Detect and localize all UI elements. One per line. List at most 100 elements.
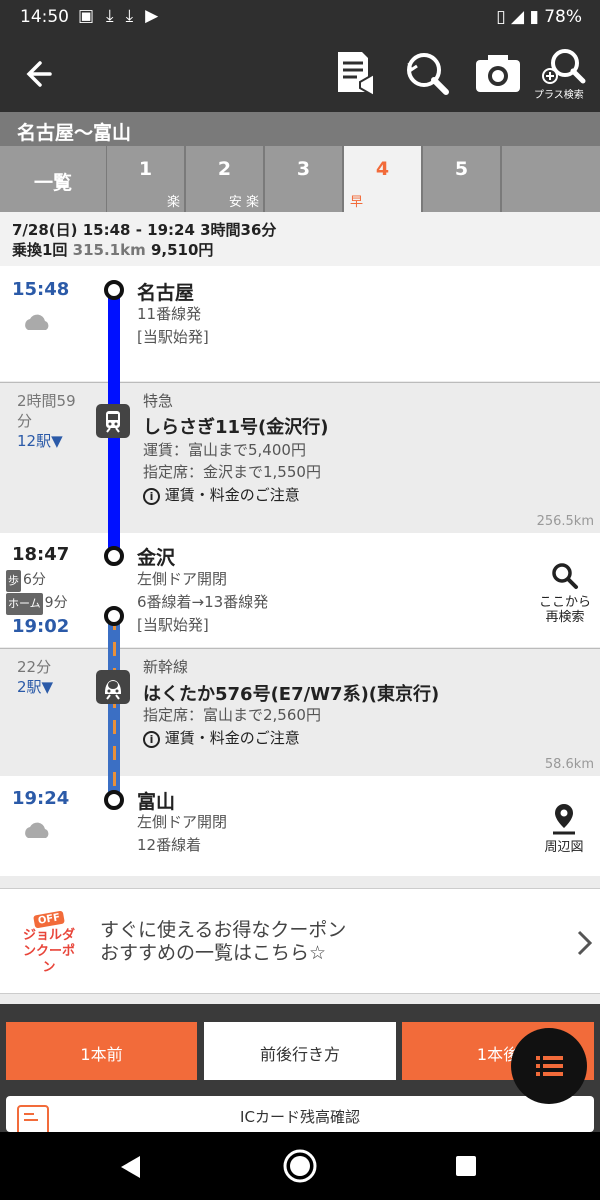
- train-name: はくたか576号(E7/W7系)(東京行): [143, 684, 440, 705]
- nav-home-icon[interactable]: [282, 1148, 318, 1184]
- platform-info: 6番線着→13番線発: [137, 593, 269, 611]
- map-pin-icon: [553, 804, 575, 835]
- tab-route-4[interactable]: 4 早: [344, 146, 421, 212]
- memo-icon: [338, 52, 375, 98]
- section-distance: 256.5km: [536, 514, 594, 529]
- platform-wait-time: ホーム 9分: [6, 592, 68, 615]
- coupon-banner[interactable]: OFF ジョルダンクーポン すぐに使えるお得なクーポン おすすめの一覧はこちら☆: [0, 888, 600, 994]
- list-icon: [536, 1056, 563, 1076]
- section-meta: 22分 2駅▼: [17, 657, 53, 697]
- previous-train-button[interactable]: 1本前: [6, 1022, 197, 1080]
- fare-notice-text: 運賃・料金のご注意: [164, 729, 300, 747]
- section-stops-toggle[interactable]: 12駅▼: [17, 431, 87, 451]
- chevron-right-icon: [577, 930, 593, 956]
- tab-route-5[interactable]: 5: [423, 146, 500, 212]
- research-button[interactable]: [400, 46, 456, 102]
- search-icon: [552, 563, 578, 589]
- door-info: 左側ドア開閉: [137, 570, 228, 588]
- route-tabs: 一覧 1 楽 2 安 楽 3 4 早 5: [0, 146, 600, 212]
- station-toyama: 19:24 富山 左側ドア開閉 12番線着 周辺図: [0, 776, 600, 876]
- section-distance: 58.6km: [544, 757, 594, 772]
- reserved-seat-line: 指定席：金沢まで1,550円: [143, 463, 321, 481]
- departure-time: 15:48: [12, 279, 70, 300]
- back-button[interactable]: [12, 46, 68, 102]
- route-title: 名古屋〜富山: [0, 112, 600, 146]
- train-type: 特急: [143, 392, 174, 410]
- tab-route-2[interactable]: 2 安 楽: [186, 146, 263, 212]
- station-name: 名古屋: [137, 282, 195, 304]
- fare-line: 運賃：富山まで5,400円: [143, 441, 306, 459]
- battery-level: 78%: [544, 7, 582, 27]
- tab-empty: [502, 146, 600, 212]
- plus-search-icon: [542, 49, 586, 84]
- station-dot-kanazawa-arr: [104, 546, 124, 566]
- nav-recents-icon[interactable]: [455, 1155, 477, 1177]
- coupon-brand: ジョルダンクーポン: [22, 928, 75, 975]
- tab-list[interactable]: 一覧: [0, 146, 106, 212]
- summary-distance: 315.1km: [72, 241, 146, 259]
- section-meta: 2時間59分 12駅▼: [17, 391, 87, 451]
- origin-info: [当駅始発]: [137, 328, 209, 346]
- walk-time: 歩 6分: [6, 569, 68, 592]
- area-map-label: 周辺図: [544, 840, 584, 855]
- station-nagoya: 15:48 名古屋 11番線発 [当駅始発]: [0, 266, 600, 381]
- coupon-line2: おすすめの一覧はこちら☆: [100, 942, 327, 964]
- platform-info: 11番線発: [137, 305, 202, 323]
- departure-time: 19:02: [12, 616, 70, 637]
- train-icon: [96, 404, 130, 438]
- platform-duration: 9分: [44, 595, 68, 611]
- tab-tags: 安 楽: [228, 195, 259, 210]
- ic-card-balance-button[interactable]: ICカード残高確認: [6, 1096, 594, 1132]
- train-name: しらさぎ11号(金沢行): [143, 417, 329, 438]
- shinkansen-icon: [96, 670, 130, 704]
- tab-number: 3: [296, 158, 311, 180]
- system-nav-bar: [0, 1132, 600, 1200]
- tab-route-1[interactable]: 1 楽: [107, 146, 184, 212]
- bottom-action-bar: 1本前 前後行き方 1本後 ICカード残高確認: [0, 1004, 600, 1132]
- tab-route-3[interactable]: 3: [265, 146, 342, 212]
- summary-transfers: 乗換1回: [12, 241, 68, 259]
- tab-number: 2: [217, 158, 232, 180]
- fare-notice-link[interactable]: i 運賃・料金のご注意: [143, 484, 300, 507]
- coupon-off-badge: OFF: [33, 910, 65, 929]
- menu-fab[interactable]: [511, 1028, 587, 1104]
- tab-tags: 早: [350, 195, 364, 210]
- station-name: 金沢: [137, 547, 176, 569]
- status-right: ▯ ◢ ▮ 78%: [496, 7, 582, 27]
- fare-notice-text: 運賃・料金のご注意: [164, 486, 300, 504]
- section-duration: 22分: [17, 658, 52, 676]
- back-arrow-icon: [26, 61, 52, 87]
- station-name: 富山: [137, 791, 176, 813]
- origin-info: [当駅始発]: [137, 616, 209, 634]
- arrival-time: 18:47: [12, 544, 70, 565]
- memo-share-button[interactable]: [330, 46, 386, 102]
- plus-search-button[interactable]: プラス検索: [534, 46, 594, 102]
- around-routes-button[interactable]: 前後行き方: [204, 1022, 396, 1080]
- transfer-times: 歩 6分 ホーム 9分: [6, 569, 68, 615]
- timeline-line-shinkansen: [108, 616, 120, 800]
- nav-back-icon[interactable]: [118, 1154, 144, 1180]
- camera-button[interactable]: [470, 46, 526, 102]
- research-label: ここから再検索: [539, 595, 592, 625]
- summary-fare: 9,510円: [150, 241, 214, 259]
- reserved-seat-line: 指定席：富山まで2,560円: [143, 706, 321, 724]
- status-bar: 14:50 ▣⤓⤓▶ ▯ ◢ ▮ 78%: [0, 0, 600, 34]
- summary-datetime: 7/28(日) 15:48 - 19:24 3時間36分: [12, 221, 277, 239]
- camera-icon: [476, 55, 520, 92]
- walk-badge: 歩: [6, 570, 21, 592]
- coupon-line1: すぐに使えるお得なクーポン: [100, 919, 347, 941]
- research-from-here-button[interactable]: ここから再検索: [532, 561, 598, 625]
- fare-notice-link[interactable]: i 運賃・料金のご注意: [143, 727, 300, 750]
- platform-info: 12番線着: [137, 836, 202, 854]
- section-shinkansen: 22分 2駅▼ 新幹線 はくたか576号(E7/W7系)(東京行) 指定席：富山…: [0, 648, 600, 775]
- section-stops-toggle[interactable]: 2駅▼: [17, 677, 53, 697]
- tab-number: 4: [375, 158, 390, 180]
- info-icon: i: [143, 731, 160, 748]
- station-dot-nagoya: [104, 280, 124, 300]
- cloudy-icon: [25, 314, 49, 330]
- area-map-button[interactable]: 周辺図: [534, 802, 594, 855]
- summary-details: 乗換1回 315.1km 9,510円: [12, 240, 600, 260]
- coupon-logo: OFF ジョルダンクーポン: [12, 907, 86, 976]
- status-time: 14:50: [20, 7, 69, 27]
- ic-card-icon: [17, 1105, 49, 1132]
